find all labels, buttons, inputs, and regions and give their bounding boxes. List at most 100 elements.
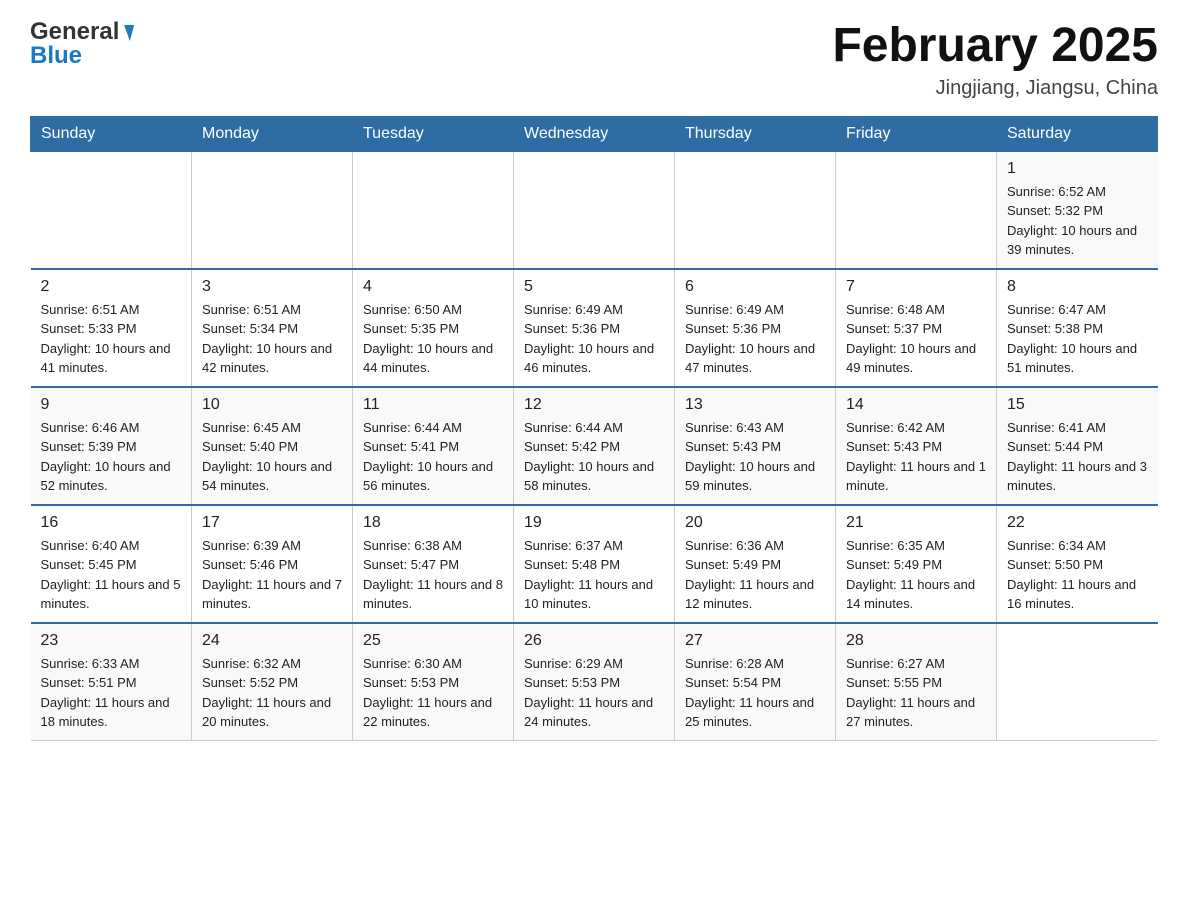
day-info: Sunrise: 6:37 AMSunset: 5:48 PMDaylight:… <box>524 536 664 614</box>
calendar-cell: 2 Sunrise: 6:51 AMSunset: 5:33 PMDaylight… <box>31 269 192 387</box>
weekday-header-tuesday: Tuesday <box>353 116 514 151</box>
day-number: 10 <box>202 396 342 414</box>
day-info: Sunrise: 6:43 AMSunset: 5:43 PMDaylight:… <box>685 418 825 496</box>
calendar-week-row: 2 Sunrise: 6:51 AMSunset: 5:33 PMDaylight… <box>31 269 1158 387</box>
day-number: 9 <box>41 396 182 414</box>
calendar-cell: 17 Sunrise: 6:39 AMSunset: 5:46 PMDayligh… <box>192 505 353 623</box>
logo-general-text: General <box>30 20 119 44</box>
calendar-week-row: 23Sunrise: 6:33 AMSunset: 5:51 PMDayligh… <box>31 623 1158 741</box>
day-number: 27 <box>685 632 825 650</box>
calendar-cell: 10 Sunrise: 6:45 AMSunset: 5:40 PMDayligh… <box>192 387 353 505</box>
calendar-cell <box>997 623 1158 741</box>
calendar-cell: 28Sunrise: 6:27 AMSunset: 5:55 PMDayligh… <box>836 623 997 741</box>
day-number: 15 <box>1007 396 1148 414</box>
calendar-cell: 25Sunrise: 6:30 AMSunset: 5:53 PMDayligh… <box>353 623 514 741</box>
weekday-header-row: SundayMondayTuesdayWednesdayThursdayFrid… <box>31 116 1158 151</box>
day-info: Sunrise: 6:48 AMSunset: 5:37 PMDaylight:… <box>846 300 986 378</box>
day-info: Sunrise: 6:32 AMSunset: 5:52 PMDaylight:… <box>202 654 342 732</box>
day-info: Sunrise: 6:35 AMSunset: 5:49 PMDaylight:… <box>846 536 986 614</box>
calendar-cell <box>353 151 514 269</box>
calendar-cell <box>192 151 353 269</box>
day-number: 2 <box>41 278 182 296</box>
day-info: Sunrise: 6:33 AMSunset: 5:51 PMDaylight:… <box>41 654 182 732</box>
day-info: Sunrise: 6:44 AMSunset: 5:42 PMDaylight:… <box>524 418 664 496</box>
logo-blue-text: Blue <box>30 42 82 69</box>
day-number: 3 <box>202 278 342 296</box>
calendar-table: SundayMondayTuesdayWednesdayThursdayFrid… <box>30 116 1158 741</box>
day-info: Sunrise: 6:52 AMSunset: 5:32 PMDaylight:… <box>1007 182 1148 260</box>
day-number: 24 <box>202 632 342 650</box>
calendar-cell: 16 Sunrise: 6:40 AMSunset: 5:45 PMDayligh… <box>31 505 192 623</box>
location-subtitle: Jingjiang, Jiangsu, China <box>832 77 1158 100</box>
calendar-cell: 27Sunrise: 6:28 AMSunset: 5:54 PMDayligh… <box>675 623 836 741</box>
calendar-week-row: 9 Sunrise: 6:46 AMSunset: 5:39 PMDaylight… <box>31 387 1158 505</box>
day-info: Sunrise: 6:46 AMSunset: 5:39 PMDaylight:… <box>41 418 182 496</box>
day-info: Sunrise: 6:39 AMSunset: 5:46 PMDaylight:… <box>202 536 342 614</box>
calendar-cell: 23Sunrise: 6:33 AMSunset: 5:51 PMDayligh… <box>31 623 192 741</box>
calendar-week-row: 1 Sunrise: 6:52 AMSunset: 5:32 PMDaylight… <box>31 151 1158 269</box>
day-info: Sunrise: 6:51 AMSunset: 5:33 PMDaylight:… <box>41 300 182 378</box>
calendar-cell: 5Sunrise: 6:49 AMSunset: 5:36 PMDaylight… <box>514 269 675 387</box>
calendar-cell <box>514 151 675 269</box>
calendar-cell: 8 Sunrise: 6:47 AMSunset: 5:38 PMDaylight… <box>997 269 1158 387</box>
weekday-header-saturday: Saturday <box>997 116 1158 151</box>
logo: General Blue <box>30 20 132 68</box>
calendar-cell: 14 Sunrise: 6:42 AMSunset: 5:43 PMDayligh… <box>836 387 997 505</box>
day-number: 7 <box>846 278 986 296</box>
weekday-header-sunday: Sunday <box>31 116 192 151</box>
day-number: 14 <box>846 396 986 414</box>
calendar-cell: 9 Sunrise: 6:46 AMSunset: 5:39 PMDaylight… <box>31 387 192 505</box>
day-info: Sunrise: 6:27 AMSunset: 5:55 PMDaylight:… <box>846 654 986 732</box>
day-number: 4 <box>363 278 503 296</box>
day-number: 6 <box>685 278 825 296</box>
calendar-cell: 3 Sunrise: 6:51 AMSunset: 5:34 PMDaylight… <box>192 269 353 387</box>
day-info: Sunrise: 6:50 AMSunset: 5:35 PMDaylight:… <box>363 300 503 378</box>
calendar-cell: 22 Sunrise: 6:34 AMSunset: 5:50 PMDayligh… <box>997 505 1158 623</box>
calendar-cell: 24 Sunrise: 6:32 AMSunset: 5:52 PMDayligh… <box>192 623 353 741</box>
logo-triangle-icon <box>120 25 134 41</box>
day-number: 5 <box>524 278 664 296</box>
weekday-header-monday: Monday <box>192 116 353 151</box>
day-number: 21 <box>846 514 986 532</box>
day-info: Sunrise: 6:51 AMSunset: 5:34 PMDaylight:… <box>202 300 342 378</box>
day-number: 13 <box>685 396 825 414</box>
calendar-cell <box>31 151 192 269</box>
calendar-cell <box>836 151 997 269</box>
day-number: 1 <box>1007 160 1148 178</box>
calendar-cell <box>675 151 836 269</box>
page-header: General Blue February 2025 Jingjiang, Ji… <box>30 20 1158 100</box>
day-info: Sunrise: 6:40 AMSunset: 5:45 PMDaylight:… <box>41 536 182 614</box>
calendar-cell: 20Sunrise: 6:36 AMSunset: 5:49 PMDayligh… <box>675 505 836 623</box>
calendar-cell: 6 Sunrise: 6:49 AMSunset: 5:36 PMDaylight… <box>675 269 836 387</box>
day-info: Sunrise: 6:45 AMSunset: 5:40 PMDaylight:… <box>202 418 342 496</box>
calendar-body: 1 Sunrise: 6:52 AMSunset: 5:32 PMDaylight… <box>31 151 1158 740</box>
calendar-cell: 21 Sunrise: 6:35 AMSunset: 5:49 PMDayligh… <box>836 505 997 623</box>
day-number: 26 <box>524 632 664 650</box>
day-info: Sunrise: 6:47 AMSunset: 5:38 PMDaylight:… <box>1007 300 1148 378</box>
calendar-cell: 13 Sunrise: 6:43 AMSunset: 5:43 PMDayligh… <box>675 387 836 505</box>
day-number: 22 <box>1007 514 1148 532</box>
day-number: 11 <box>363 396 503 414</box>
weekday-header-thursday: Thursday <box>675 116 836 151</box>
day-info: Sunrise: 6:34 AMSunset: 5:50 PMDaylight:… <box>1007 536 1148 614</box>
day-info: Sunrise: 6:44 AMSunset: 5:41 PMDaylight:… <box>363 418 503 496</box>
day-info: Sunrise: 6:49 AMSunset: 5:36 PMDaylight:… <box>685 300 825 378</box>
day-info: Sunrise: 6:29 AMSunset: 5:53 PMDaylight:… <box>524 654 664 732</box>
calendar-cell: 12 Sunrise: 6:44 AMSunset: 5:42 PMDayligh… <box>514 387 675 505</box>
day-info: Sunrise: 6:36 AMSunset: 5:49 PMDaylight:… <box>685 536 825 614</box>
weekday-header-wednesday: Wednesday <box>514 116 675 151</box>
calendar-cell: 19 Sunrise: 6:37 AMSunset: 5:48 PMDayligh… <box>514 505 675 623</box>
calendar-cell: 18Sunrise: 6:38 AMSunset: 5:47 PMDayligh… <box>353 505 514 623</box>
calendar-cell: 11 Sunrise: 6:44 AMSunset: 5:41 PMDayligh… <box>353 387 514 505</box>
calendar-cell: 1 Sunrise: 6:52 AMSunset: 5:32 PMDaylight… <box>997 151 1158 269</box>
day-number: 16 <box>41 514 182 532</box>
calendar-cell: 4 Sunrise: 6:50 AMSunset: 5:35 PMDaylight… <box>353 269 514 387</box>
day-number: 25 <box>363 632 503 650</box>
calendar-header: SundayMondayTuesdayWednesdayThursdayFrid… <box>31 116 1158 151</box>
day-number: 19 <box>524 514 664 532</box>
day-info: Sunrise: 6:42 AMSunset: 5:43 PMDaylight:… <box>846 418 986 496</box>
day-number: 8 <box>1007 278 1148 296</box>
day-number: 12 <box>524 396 664 414</box>
day-number: 17 <box>202 514 342 532</box>
calendar-cell: 7 Sunrise: 6:48 AMSunset: 5:37 PMDaylight… <box>836 269 997 387</box>
